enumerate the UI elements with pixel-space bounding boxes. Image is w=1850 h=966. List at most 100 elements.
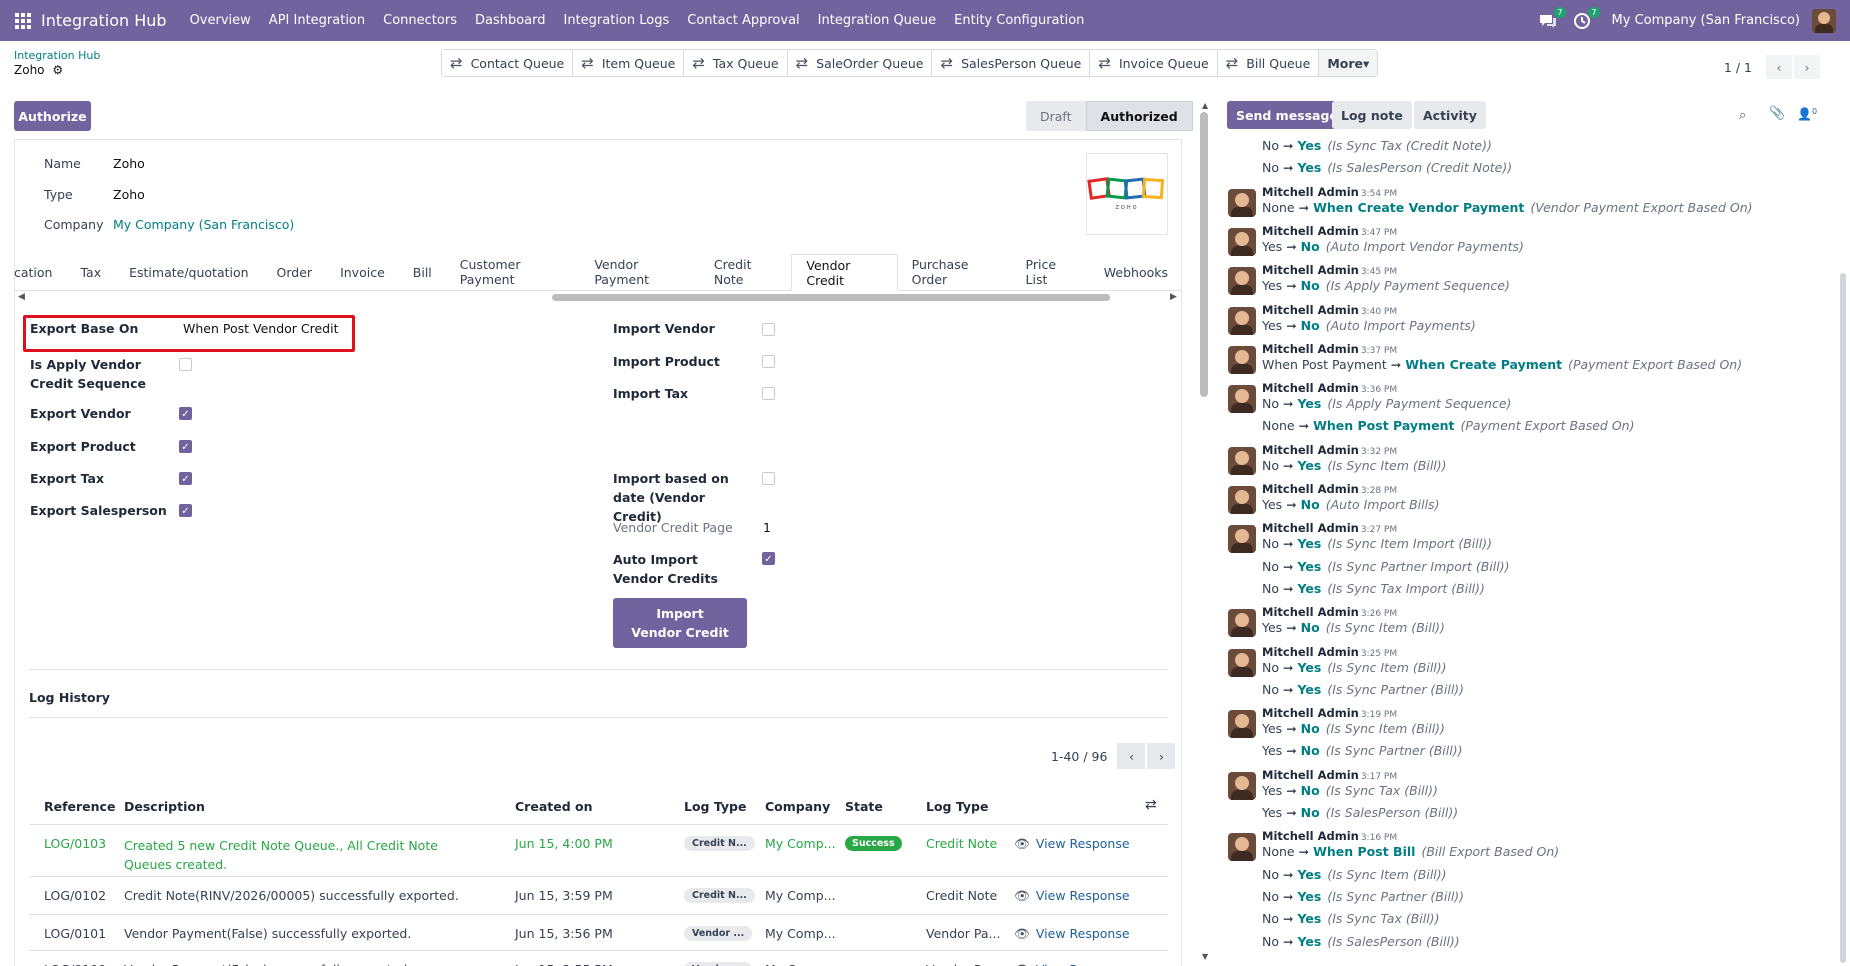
log-reference[interactable]: LOG/0102 [44, 888, 106, 903]
view-response-button[interactable]: 👁 View Response [1014, 926, 1130, 942]
tab-credit-note[interactable]: Credit Note [700, 254, 791, 290]
col-log-type[interactable]: Log Type [684, 799, 746, 814]
author-avatar[interactable] [1228, 771, 1256, 800]
vc-page-value[interactable]: 1 [763, 520, 771, 535]
queue-button[interactable]: ⇄ SalesPerson Queue [932, 50, 1091, 76]
auto-import-checkbox[interactable] [762, 552, 775, 565]
scroll-down-icon[interactable]: ▼ [1202, 952, 1208, 961]
col-company[interactable]: Company [765, 799, 830, 814]
pager-value[interactable]: 1 / 1 [1724, 60, 1752, 75]
queue-button[interactable]: ⇄ Invoice Queue [1090, 50, 1218, 76]
optional-columns-icon[interactable]: ⇄ [1145, 797, 1157, 813]
name-value[interactable]: Zoho [113, 156, 145, 171]
type-value[interactable]: Zoho [113, 187, 145, 202]
author-avatar[interactable] [1228, 188, 1256, 217]
col-reference[interactable]: Reference [44, 799, 115, 814]
log-company[interactable]: My Comp... [765, 926, 836, 941]
menu-item[interactable]: Entity Configuration [945, 13, 1093, 28]
author-avatar[interactable] [1228, 525, 1256, 554]
author-avatar[interactable] [1228, 609, 1256, 638]
log-prev-icon[interactable]: ‹ [1117, 743, 1146, 769]
menu-item[interactable]: Contact Approval [678, 13, 808, 28]
message-author[interactable]: Mitchell Admin 3:28 PM [1262, 482, 1397, 496]
author-avatar[interactable] [1228, 345, 1256, 374]
queue-button[interactable]: ⇄ Bill Queue [1217, 50, 1320, 76]
tab-customer-payment[interactable]: Customer Payment [446, 254, 581, 290]
tabs-scroll-left-icon[interactable]: ◀ [18, 292, 25, 302]
search-icon[interactable]: ⌕ [1739, 108, 1746, 123]
col-state[interactable]: State [845, 799, 883, 814]
company-link[interactable]: My Company (San Francisco) [113, 217, 294, 232]
message-author[interactable]: Mitchell Admin 3:36 PM [1262, 381, 1397, 395]
message-author[interactable]: Mitchell Admin 3:40 PM [1262, 303, 1397, 317]
author-avatar[interactable] [1228, 306, 1256, 335]
author-avatar[interactable] [1228, 710, 1256, 739]
tab-cation[interactable]: cation [14, 254, 66, 290]
user-avatar[interactable] [1812, 8, 1836, 33]
stage-authorized[interactable]: Authorized [1085, 101, 1193, 131]
menu-item[interactable]: Integration Logs [555, 13, 679, 28]
view-response-button[interactable]: 👁 View Response [1014, 888, 1130, 904]
menu-item[interactable]: API Integration [260, 13, 374, 28]
message-author[interactable]: Mitchell Admin 3:47 PM [1262, 224, 1397, 238]
export-salesperson-checkbox[interactable] [179, 504, 192, 517]
message-author[interactable]: Mitchell Admin 3:19 PM [1262, 706, 1397, 720]
author-avatar[interactable] [1228, 648, 1256, 677]
log-note-button[interactable]: Log note [1332, 101, 1412, 129]
export-tax-checkbox[interactable] [179, 472, 192, 485]
message-author[interactable]: Mitchell Admin 3:32 PM [1262, 443, 1397, 457]
view-response-button[interactable]: 👁 View Response [1014, 836, 1130, 852]
authorize-button[interactable]: Authorize [14, 101, 91, 131]
tab-vendor-credit[interactable]: Vendor Credit [791, 254, 898, 291]
import-tax-checkbox[interactable] [762, 387, 775, 400]
tab-vendor-payment[interactable]: Vendor Payment [580, 254, 700, 290]
tab-order[interactable]: Order [263, 254, 327, 290]
message-author[interactable]: Mitchell Admin 3:37 PM [1262, 342, 1397, 356]
export-base-on-select[interactable]: When Post Vendor Credit [183, 321, 338, 336]
attachment-icon[interactable]: 📎 [1769, 106, 1785, 121]
followers-icon[interactable]: 👤0 [1797, 107, 1817, 121]
author-avatar[interactable] [1228, 385, 1256, 414]
tab-webhooks[interactable]: Webhooks [1090, 254, 1182, 290]
apps-menu-icon[interactable] [15, 12, 31, 29]
tab-estimate-quotation[interactable]: Estimate/quotation [115, 254, 262, 290]
chat-icon[interactable]: 7 [1538, 6, 1566, 31]
view-response-button[interactable]: 👁 View Response [1014, 962, 1130, 966]
author-avatar[interactable] [1228, 227, 1256, 256]
message-author[interactable]: Mitchell Admin 3:27 PM [1262, 521, 1397, 535]
message-author[interactable]: Mitchell Admin 3:17 PM [1262, 768, 1397, 782]
tab-invoice[interactable]: Invoice [326, 254, 399, 290]
tab-tax[interactable]: Tax [66, 254, 115, 290]
log-reference[interactable]: LOG/0103 [44, 836, 106, 851]
col-description[interactable]: Description [124, 799, 205, 814]
tab-bill[interactable]: Bill [399, 254, 446, 290]
chatter-scrollbar[interactable] [1840, 273, 1846, 963]
menu-item[interactable]: Integration Queue [809, 13, 945, 28]
stage-draft[interactable]: Draft [1026, 101, 1086, 131]
queue-button[interactable]: ⇄ Contact Queue [442, 50, 574, 76]
import-vendor-credit-button[interactable]: Import Vendor Credit [613, 598, 747, 648]
message-author[interactable]: Mitchell Admin 3:26 PM [1262, 605, 1397, 619]
app-brand[interactable]: Integration Hub [41, 11, 167, 30]
author-avatar[interactable] [1228, 267, 1256, 296]
author-avatar[interactable] [1228, 833, 1256, 862]
send-message-button[interactable]: Send message [1227, 101, 1347, 129]
tabs-scroll-right-icon[interactable]: ▶ [1170, 292, 1177, 302]
author-avatar[interactable] [1228, 486, 1256, 514]
log-next-icon[interactable]: › [1147, 743, 1176, 769]
pager-prev-icon[interactable]: ‹ [1766, 55, 1792, 79]
company-switcher[interactable]: My Company (San Francisco) [1612, 13, 1800, 28]
log-company[interactable]: My Comp... [765, 836, 836, 851]
log-pager-value[interactable]: 1-40 / 96 [1051, 749, 1107, 764]
queue-button[interactable]: ⇄ Tax Queue [684, 50, 788, 76]
col-log-type-2[interactable]: Log Type [926, 799, 988, 814]
form-scrollbar[interactable] [1200, 112, 1208, 397]
message-author[interactable]: Mitchell Admin 3:16 PM [1262, 829, 1397, 843]
log-reference[interactable]: LOG/0100 [44, 962, 106, 966]
import-date-checkbox[interactable] [762, 472, 775, 485]
col-created-on[interactable]: Created on [515, 799, 593, 814]
export-product-checkbox[interactable] [179, 440, 192, 453]
log-company[interactable]: My Comp... [765, 962, 836, 966]
activity-button[interactable]: Activity [1414, 101, 1486, 129]
queue-button[interactable]: ⇄ SaleOrder Queue [787, 50, 933, 76]
